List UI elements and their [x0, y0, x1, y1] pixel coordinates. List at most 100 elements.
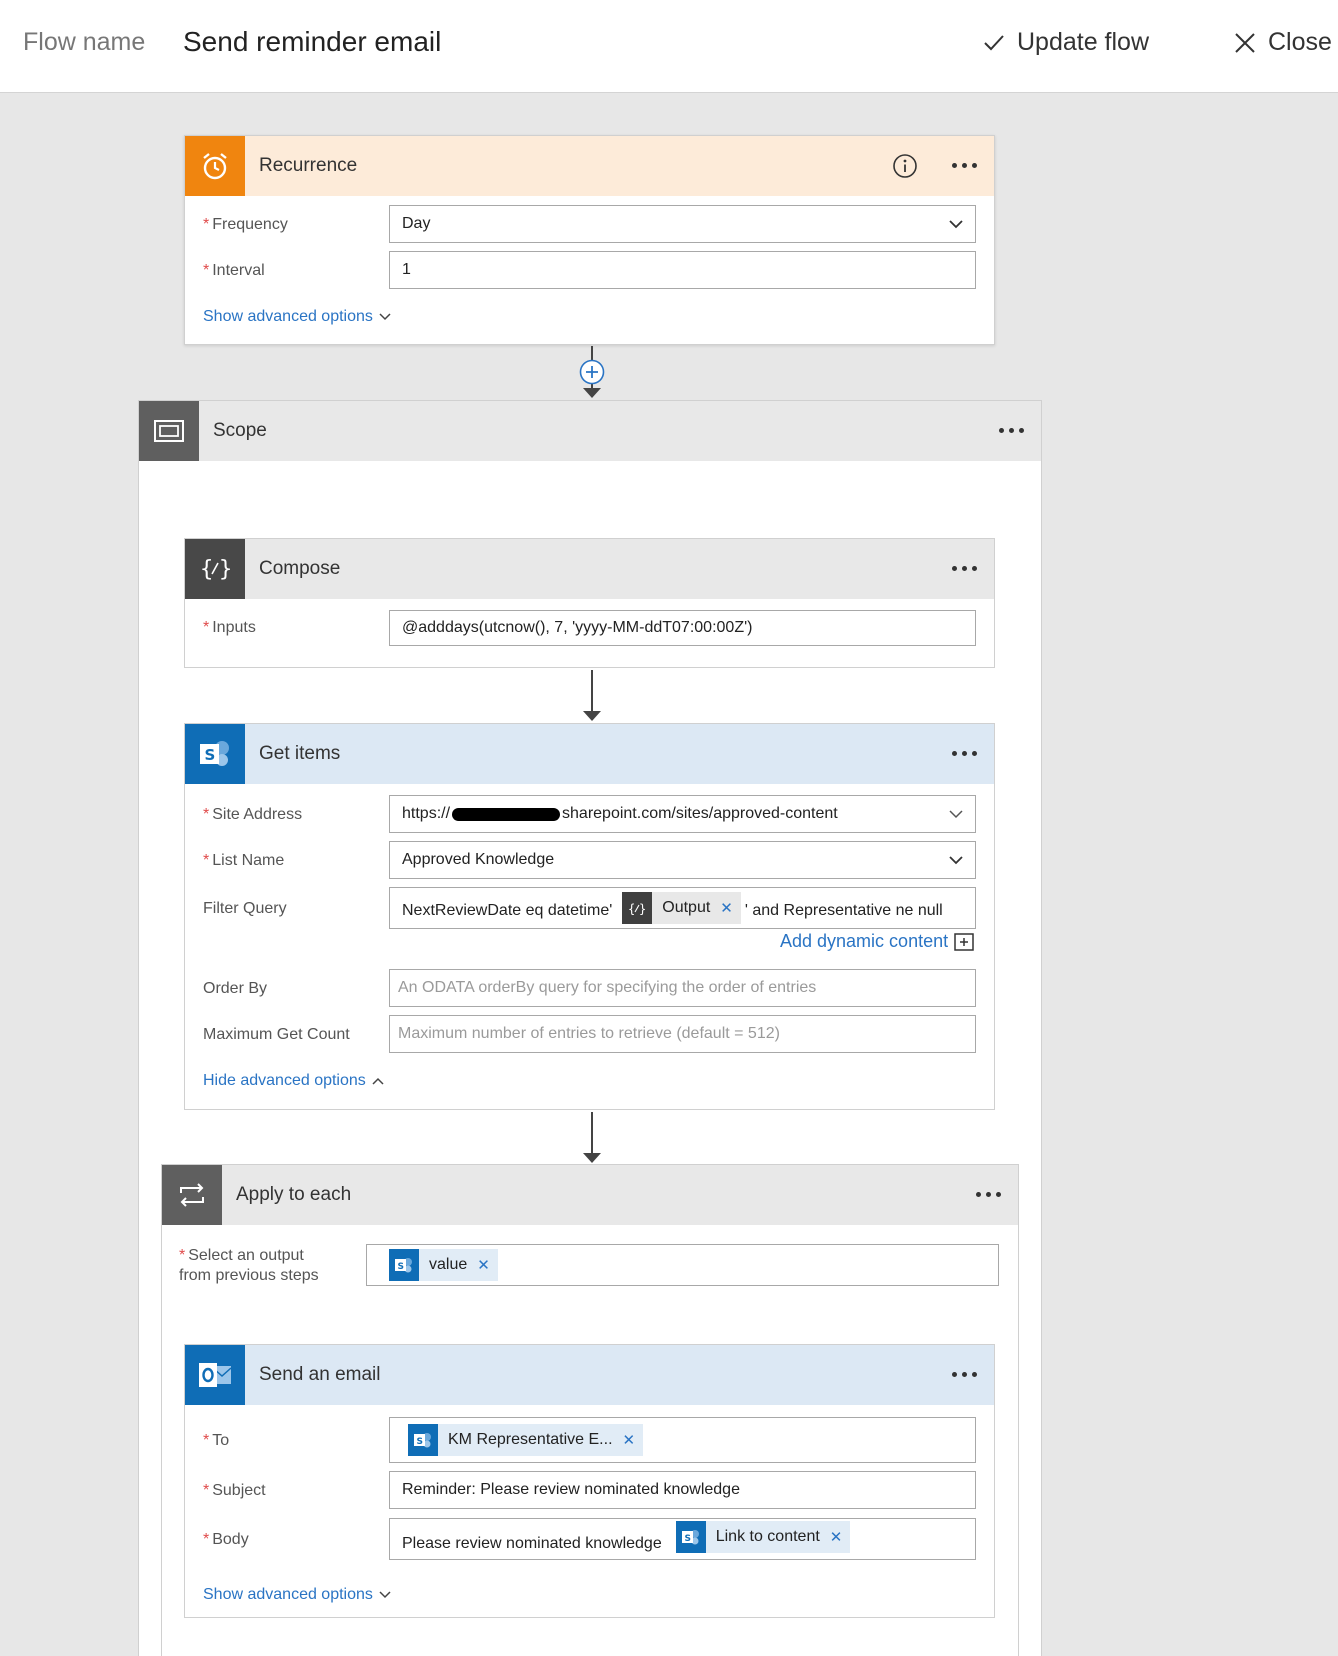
scope-more-icon[interactable] [993, 417, 1029, 443]
select-output-input[interactable]: S value ✕ [366, 1244, 999, 1286]
filter-text-after: ' and Representative ne null [744, 902, 943, 919]
chevron-down-icon [949, 220, 963, 229]
compose-token-icon: {} [622, 892, 653, 924]
chevron-down-icon [949, 810, 963, 819]
sharepoint-token-icon: S [675, 1521, 706, 1553]
link-to-content-token[interactable]: S Link to content ✕ [675, 1521, 851, 1553]
close-icon [1235, 32, 1255, 53]
interval-input[interactable]: 1 [389, 251, 976, 289]
compose-header[interactable]: {} Compose [185, 539, 994, 599]
send-email-card: Send an email * To S KM Representative E.… [184, 1344, 995, 1618]
advanced-link-label: Show advanced options [203, 1586, 373, 1603]
body-input[interactable]: Please review nominated knowledge S Link… [389, 1518, 976, 1560]
site-suffix: sharepoint.com/sites/approved-content [562, 805, 838, 822]
svg-text:S: S [417, 1437, 423, 1447]
svg-text:S: S [398, 1262, 404, 1272]
get-items-header[interactable]: S Get items [185, 724, 994, 784]
flow-name-label: Flow name [23, 28, 146, 56]
interval-value: 1 [402, 261, 411, 278]
maximum-get-count-input[interactable]: Maximum number of entries to retrieve (d… [389, 1015, 976, 1053]
scope-icon [139, 401, 199, 461]
redacted-mark [452, 807, 561, 821]
show-advanced-options-link[interactable]: Show advanced options [203, 308, 391, 326]
output-token[interactable]: {} Output ✕ [622, 892, 741, 924]
subject-value: Reminder: Please review nominated knowle… [402, 1481, 740, 1498]
chevron-up-icon [372, 1077, 384, 1085]
connector-arrow [583, 711, 601, 721]
remove-token-icon[interactable]: ✕ [720, 899, 741, 917]
to-label: * To [203, 1432, 230, 1449]
filter-query-input[interactable]: NextReviewDate eq datetime' {} Output ✕ … [389, 887, 976, 929]
site-address-select[interactable]: https:// sharepoint.com/sites/approved-c… [389, 795, 976, 833]
apply-to-each-title: Apply to each [236, 1184, 352, 1205]
subject-input[interactable]: Reminder: Please review nominated knowle… [389, 1471, 976, 1509]
get-items-more-icon[interactable] [946, 740, 982, 766]
list-name-value: Approved Knowledge [402, 851, 555, 868]
compose-title: Compose [259, 558, 341, 579]
list-name-label: * List Name [203, 852, 285, 869]
filter-text-before: NextReviewDate eq datetime' [402, 902, 613, 919]
remove-token-icon[interactable]: ✕ [830, 1528, 851, 1546]
dynamic-link-label: Add dynamic content [780, 931, 949, 951]
select-output-label: * Select an output from previous steps [179, 1247, 319, 1284]
km-representative-token[interactable]: S KM Representative E... ✕ [408, 1424, 644, 1456]
remove-token-icon[interactable]: ✕ [477, 1256, 498, 1274]
list-name-select[interactable]: Approved Knowledge [389, 841, 976, 879]
svg-text:{: { [628, 902, 635, 916]
compose-card: {} Compose * Inputs @adddays(utcnow(), 7,… [184, 538, 995, 668]
value-token[interactable]: S value ✕ [389, 1249, 498, 1281]
svg-text:S: S [684, 1534, 690, 1544]
top-bar: Flow name Send reminder email Update flo… [0, 0, 1338, 93]
info-icon[interactable] [892, 153, 918, 179]
connector-line [591, 1112, 593, 1156]
compose-more-icon[interactable] [946, 555, 982, 581]
chevron-down-icon [379, 313, 391, 321]
recurrence-card: Recurrence * Frequency Day * Interval 1 Sh… [184, 135, 995, 345]
chevron-down-icon [949, 856, 963, 865]
send-email-more-icon[interactable] [946, 1361, 982, 1387]
sharepoint-token-icon: S [408, 1424, 438, 1456]
sharepoint-icon: S [185, 724, 245, 784]
outlook-icon [185, 1345, 245, 1405]
apply-to-each-header[interactable]: Apply to each [162, 1165, 1018, 1225]
add-dynamic-content-link[interactable]: Add dynamic content [780, 931, 974, 952]
site-address-label: * Site Address [203, 806, 303, 823]
remove-token-icon[interactable]: ✕ [623, 1431, 644, 1449]
send-email-header[interactable]: Send an email [185, 1345, 994, 1405]
km-representative-label: KM Representative E... [448, 1431, 613, 1448]
interval-label: * Interval [203, 262, 265, 279]
recurrence-title: Recurrence [259, 155, 358, 176]
subject-label: * Subject [203, 1482, 266, 1499]
frequency-select[interactable]: Day [389, 205, 976, 243]
compose-icon: {} [185, 539, 245, 599]
advanced-link-label: Show advanced options [203, 308, 373, 325]
inputs-value: @adddays(utcnow(), 7, 'yyyy-MM-ddT07:00:… [402, 619, 753, 636]
link-to-content-label: Link to content [715, 1528, 820, 1545]
add-box-icon [954, 932, 974, 951]
get-items-title: Get items [259, 743, 341, 764]
recurrence-more-icon[interactable] [946, 152, 982, 178]
hide-advanced-options-link[interactable]: Hide advanced options [203, 1072, 384, 1090]
to-input[interactable]: S KM Representative E... ✕ [389, 1417, 976, 1463]
get-items-card: S Get items * Site Address https:// share… [184, 723, 995, 1110]
apply-to-each-more-icon[interactable] [970, 1181, 1006, 1207]
connector-line [591, 670, 593, 714]
recurrence-header[interactable]: Recurrence [185, 136, 994, 196]
scope-title: Scope [213, 420, 267, 441]
send-email-title: Send an email [259, 1364, 381, 1385]
sharepoint-token-icon: S [389, 1249, 419, 1281]
order-by-input[interactable]: An ODATA orderBy query for specifying th… [389, 969, 976, 1007]
value-token-label: value [429, 1256, 468, 1273]
order-by-placeholder: An ODATA orderBy query for specifying th… [398, 979, 817, 996]
close-button[interactable]: Close [1234, 28, 1332, 57]
hide-advanced-label: Hide advanced options [203, 1072, 366, 1089]
svg-text:{: { [200, 557, 213, 582]
scope-header[interactable]: Scope [139, 401, 1041, 461]
inputs-label: * Inputs [203, 619, 256, 636]
flow-name-value[interactable]: Send reminder email [183, 26, 441, 58]
inputs-field[interactable]: @adddays(utcnow(), 7, 'yyyy-MM-ddT07:00:… [389, 610, 976, 646]
update-flow-button[interactable]: Update flow [983, 28, 1149, 57]
show-advanced-options-link[interactable]: Show advanced options [203, 1586, 391, 1604]
add-step-plus-icon[interactable] [579, 359, 605, 385]
update-flow-label: Update flow [1017, 28, 1150, 56]
